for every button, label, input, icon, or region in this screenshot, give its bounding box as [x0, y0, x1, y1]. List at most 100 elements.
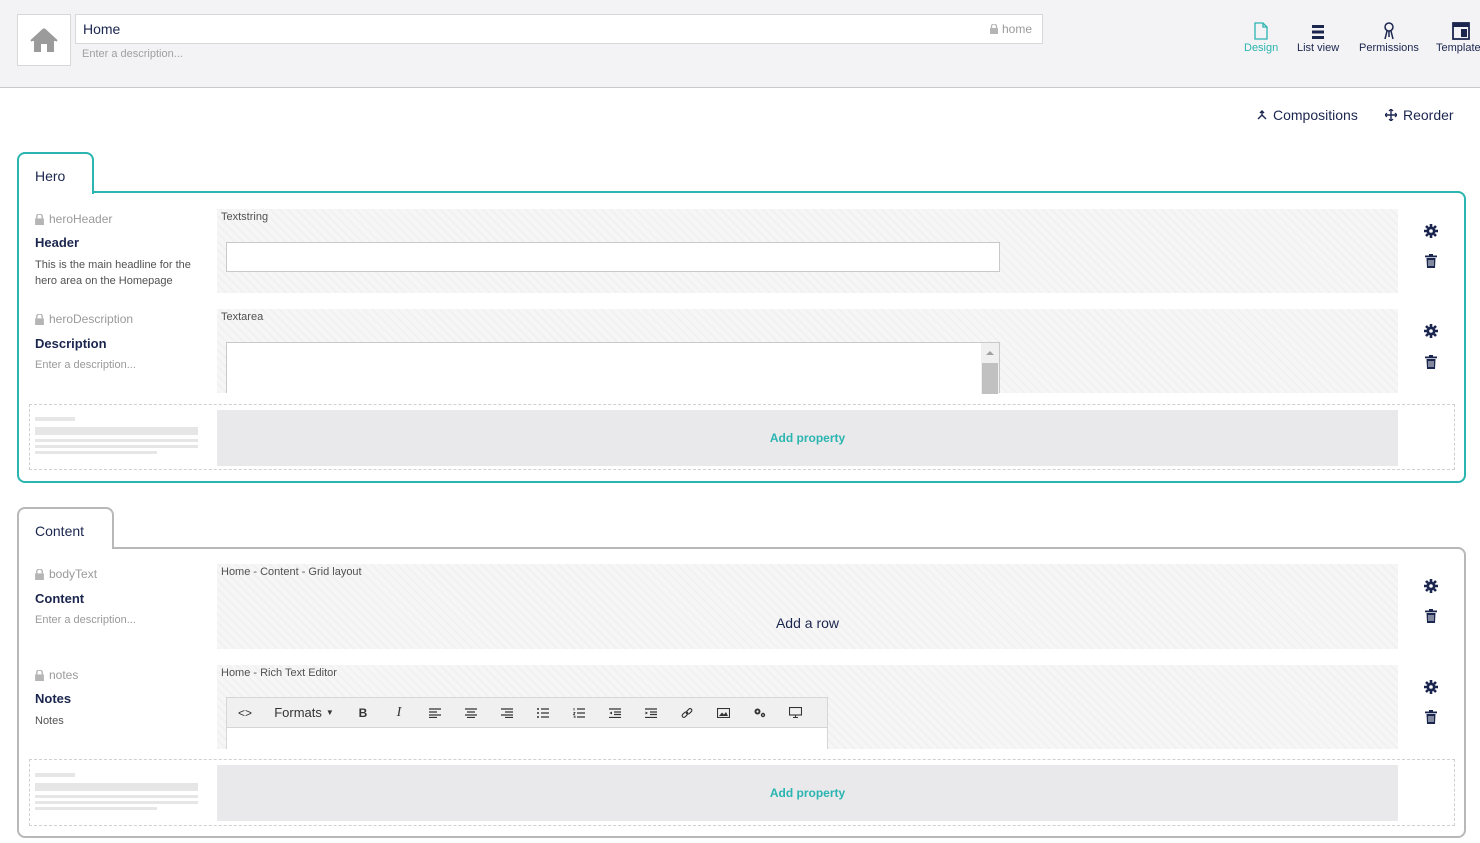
- numbered-list-button[interactable]: [561, 698, 597, 727]
- editor-type-label: Home - Content - Grid layout: [221, 566, 362, 578]
- italic-button[interactable]: I: [381, 698, 417, 727]
- property-description[interactable]: Notes: [35, 713, 205, 729]
- gear-icon: [1424, 680, 1438, 694]
- property-settings-button[interactable]: [1424, 680, 1438, 699]
- lock-icon: [989, 24, 998, 34]
- gears-icon: [754, 708, 765, 718]
- property-alias: notes: [35, 668, 78, 682]
- editor-type-label: Textarea: [221, 311, 264, 323]
- description-input[interactable]: Enter a description...: [82, 48, 183, 60]
- property-settings-button[interactable]: [1424, 324, 1438, 343]
- name-input[interactable]: Home home: [75, 14, 1043, 44]
- gear-icon: [1424, 224, 1438, 238]
- trash-icon: [1425, 254, 1437, 268]
- bullet-list-button[interactable]: [525, 698, 561, 727]
- bold-button[interactable]: B: [345, 698, 381, 727]
- reorder-button[interactable]: Reorder: [1385, 107, 1454, 123]
- app-label: Design: [1244, 42, 1279, 54]
- outdent-button[interactable]: [597, 698, 633, 727]
- app-label: Permissions: [1359, 42, 1419, 54]
- align-left-icon: [429, 707, 441, 718]
- property-editor-preview[interactable]: Textstring: [217, 209, 1398, 293]
- lock-icon: [35, 313, 44, 325]
- indent-button[interactable]: [633, 698, 669, 727]
- trash-icon: [1425, 355, 1437, 369]
- app-label: Templates: [1436, 42, 1480, 54]
- property-editor-preview[interactable]: Textarea: [217, 309, 1398, 394]
- property-description[interactable]: This is the main headline for the hero a…: [35, 257, 205, 289]
- add-property-button[interactable]: Add property: [217, 765, 1398, 821]
- outdent-icon: [609, 707, 621, 718]
- align-center-button[interactable]: [453, 698, 489, 727]
- macro-button[interactable]: [741, 698, 777, 727]
- monitor-icon: [788, 707, 802, 718]
- editor-type-label: Home - Rich Text Editor: [221, 667, 337, 679]
- property-label[interactable]: Notes: [35, 691, 71, 706]
- document-type-icon-picker[interactable]: [17, 14, 71, 66]
- group-tab-hero[interactable]: Hero: [17, 152, 94, 194]
- formats-dropdown[interactable]: Formats ▼: [263, 698, 345, 727]
- alias-field[interactable]: home: [989, 22, 1032, 36]
- gear-icon: [1424, 579, 1438, 593]
- skeleton-line: [35, 417, 75, 421]
- template-icon: [1452, 22, 1470, 40]
- textarea-scrollbar: [981, 343, 999, 394]
- property-delete-button[interactable]: [1425, 355, 1437, 374]
- app-list-view[interactable]: List view: [1297, 20, 1339, 54]
- scroll-up-arrow-icon: [986, 351, 994, 355]
- add-property-button[interactable]: Add property: [217, 410, 1398, 466]
- bullet-list-icon: [537, 707, 549, 718]
- group-name: Hero: [35, 168, 66, 184]
- skeleton-line: [35, 439, 198, 442]
- property-delete-button[interactable]: [1425, 609, 1437, 628]
- bold-icon: B: [358, 705, 368, 720]
- alias-value: home: [1001, 22, 1032, 36]
- textarea-preview: [226, 342, 1000, 394]
- app-permissions[interactable]: Permissions: [1359, 20, 1419, 54]
- link-button[interactable]: [669, 698, 705, 727]
- embed-button[interactable]: [777, 698, 813, 727]
- property-alias: heroHeader: [35, 212, 112, 226]
- compositions-label: Compositions: [1273, 107, 1358, 123]
- lock-icon: [35, 669, 44, 681]
- align-left-button[interactable]: [417, 698, 453, 727]
- link-icon: [681, 707, 693, 718]
- indent-icon: [645, 707, 657, 718]
- property-alias: heroDescription: [35, 312, 133, 326]
- compositions-button[interactable]: Compositions: [1257, 107, 1358, 123]
- lock-icon: [35, 213, 44, 225]
- trash-icon: [1425, 609, 1437, 623]
- property-label[interactable]: Content: [35, 591, 84, 606]
- align-center-icon: [465, 707, 477, 718]
- property-description[interactable]: Enter a description...: [35, 357, 205, 373]
- app-templates[interactable]: Templates: [1436, 20, 1480, 54]
- source-code-button[interactable]: <>: [227, 698, 263, 727]
- property-settings-button[interactable]: [1424, 579, 1438, 598]
- skeleton-line: [35, 795, 198, 798]
- align-right-button[interactable]: [489, 698, 525, 727]
- property-description[interactable]: Enter a description...: [35, 612, 205, 628]
- rte-toolbar: <> Formats ▼ B I: [226, 697, 828, 728]
- align-right-icon: [501, 707, 513, 718]
- property-label[interactable]: Description: [35, 336, 107, 351]
- property-delete-button[interactable]: [1425, 710, 1437, 729]
- editor-header: Home home Enter a description... Design …: [0, 0, 1480, 88]
- property-settings-button[interactable]: [1424, 224, 1438, 243]
- skeleton-line: [35, 773, 75, 777]
- code-icon: <>: [237, 705, 252, 720]
- property-alias: bodyText: [35, 567, 97, 581]
- property-delete-button[interactable]: [1425, 254, 1437, 273]
- group-tab-content[interactable]: Content: [17, 507, 114, 549]
- caret-down-icon: ▼: [325, 708, 334, 717]
- editor-type-label: Textstring: [221, 211, 269, 223]
- image-button[interactable]: [705, 698, 741, 727]
- gear-icon: [1424, 324, 1438, 338]
- app-design[interactable]: Design: [1244, 20, 1278, 54]
- move-icon: [1385, 109, 1397, 121]
- property-editor-preview[interactable]: Home - Content - Grid layout Add a row: [217, 564, 1398, 649]
- scroll-thumb: [982, 363, 998, 394]
- image-icon: [716, 707, 730, 718]
- rte-content-area[interactable]: [226, 728, 828, 749]
- add-row-text: Add a row: [775, 615, 840, 631]
- property-label[interactable]: Header: [35, 235, 79, 250]
